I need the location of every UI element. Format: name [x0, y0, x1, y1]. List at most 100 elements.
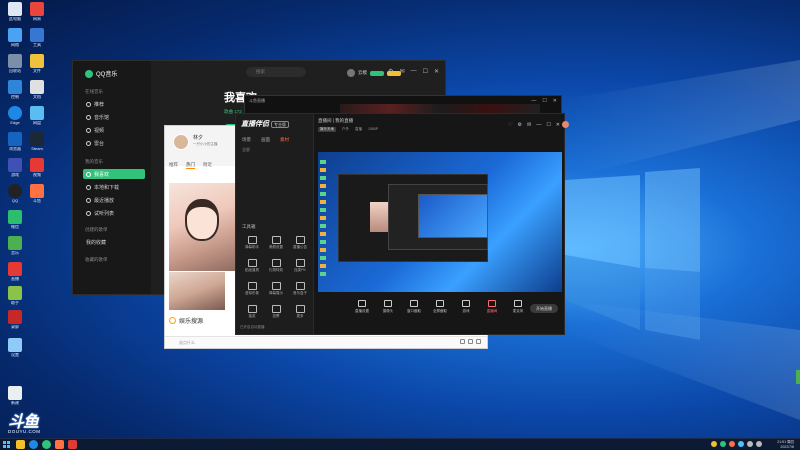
tool-item[interactable]: 音乐盒子	[288, 280, 312, 300]
desktop-icon[interactable]: 网易	[26, 2, 48, 21]
sidebar-item-video[interactable]: 视频	[83, 125, 145, 135]
tray-icon[interactable]	[720, 441, 726, 447]
tab-scene[interactable]: 场景	[242, 137, 251, 143]
room-tag[interactable]: 娱乐天地	[318, 127, 336, 132]
desktop-icon[interactable]: 回收站	[4, 54, 26, 73]
share-icon[interactable]	[476, 339, 481, 344]
desktop-icon[interactable]: 助手	[4, 286, 26, 305]
scene-item[interactable]: 全屏	[242, 147, 250, 153]
room-tag[interactable]: 户外	[342, 127, 349, 132]
desktop-icon[interactable]: 设置	[4, 338, 26, 357]
settings-icon[interactable]: ⚙	[388, 68, 393, 75]
tool-item[interactable]: 更多	[288, 303, 312, 323]
tray-icon[interactable]	[738, 441, 744, 447]
room-tag[interactable]: 直播	[355, 127, 362, 132]
version-badge[interactable]: 专业版	[271, 121, 289, 128]
tool-item[interactable]: 弹幕助手	[240, 234, 264, 254]
emoji-icon[interactable]	[460, 339, 465, 344]
favorite-icon[interactable]: ♡	[508, 122, 512, 128]
desktop-icon[interactable]: Steam	[26, 132, 48, 151]
minimize-button[interactable]: —	[536, 122, 541, 128]
tool-item[interactable]: 直播公告	[288, 234, 312, 254]
gift-icon[interactable]	[468, 339, 473, 344]
sidebar-item-local[interactable]: 本地和下载	[83, 182, 145, 192]
microphone-button[interactable]: 麦克风	[510, 300, 526, 314]
desktop-icon[interactable]: 直播	[4, 262, 26, 281]
desktop-icon[interactable]: 音乐	[4, 236, 26, 255]
start-button[interactable]	[3, 441, 10, 448]
close-button[interactable]: ✕	[553, 98, 557, 104]
explorer-icon[interactable]	[16, 440, 25, 449]
tool-item[interactable]: 礼物特效	[264, 257, 288, 277]
douyu-icon[interactable]	[55, 440, 64, 449]
minimize-button[interactable]: —	[411, 68, 417, 75]
desktop-icon[interactable]: 网盘	[26, 106, 48, 125]
entertainment-section[interactable]: 娱乐搜源	[169, 316, 203, 325]
desktop-icon[interactable]: 文档	[26, 80, 48, 99]
taskbar-clock[interactable]: 21:51 周四 2022/7/8	[777, 440, 794, 449]
tool-item[interactable]: 贴纸道具	[240, 257, 264, 277]
settings-icon[interactable]: ⚙	[518, 122, 522, 128]
sidebar-item-trial[interactable]: 试听列表	[83, 208, 145, 218]
browser-icon[interactable]	[29, 440, 38, 449]
tool-item[interactable]: 投票	[264, 303, 288, 323]
stream-thumbnail[interactable]	[169, 183, 237, 271]
avatar[interactable]	[562, 121, 569, 128]
mail-icon[interactable]: ✉	[527, 122, 531, 128]
stream-preview[interactable]	[318, 152, 562, 292]
sidebar-item-collection[interactable]: 我的收藏	[83, 237, 145, 247]
douyu-companion-window[interactable]: 直播伴侣 专业版 场景 画面 素材 全屏 工具箱 弹幕助手 美颜设置 直播公告 贴…	[235, 113, 569, 335]
live-settings-button[interactable]: 直播设置	[354, 300, 370, 314]
tab-material[interactable]: 素材	[280, 137, 289, 143]
desktop-icon[interactable]: 工具	[26, 28, 48, 47]
tab-recommend[interactable]: 推荐	[169, 162, 178, 169]
desktop-icon[interactable]: 录屏	[4, 310, 26, 329]
game-button[interactable]: 游戏	[458, 300, 474, 314]
chat-input[interactable]: 说点什么	[179, 340, 195, 346]
desktop-icon[interactable]: 文件	[26, 54, 48, 73]
camera-button[interactable]: 摄像头	[380, 300, 396, 314]
avatar[interactable]	[347, 69, 355, 77]
network-icon[interactable]	[756, 441, 762, 447]
minimize-button[interactable]: —	[531, 98, 536, 104]
tray-icon[interactable]	[711, 441, 717, 447]
close-button[interactable]: ✕	[434, 68, 439, 75]
maximize-button[interactable]: ☐	[423, 68, 428, 75]
start-live-button[interactable]: 开始直播	[530, 304, 558, 313]
fullscreen-capture-button[interactable]: 全屏截取	[432, 300, 448, 314]
tool-item[interactable]: 弹幕展示	[264, 280, 288, 300]
desktop-icon[interactable]: 游戏	[4, 158, 26, 177]
room-tag[interactable]: 1080P	[368, 127, 378, 132]
tab-nearby[interactable]: 附近	[203, 162, 212, 169]
qqmusic-icon[interactable]	[42, 440, 51, 449]
close-button[interactable]: ✕	[556, 122, 560, 128]
desktop-icon[interactable]: 此电脑	[4, 2, 26, 21]
stream-thumbnail[interactable]	[169, 272, 225, 310]
sidebar-item-radio[interactable]: 雷台	[83, 138, 145, 148]
live-room-button[interactable]: 直播间	[484, 300, 500, 314]
window-capture-button[interactable]: 窗口截取	[406, 300, 422, 314]
tool-item[interactable]: 连麦PK	[288, 257, 312, 277]
desktop-icon[interactable]: 浏览器	[4, 132, 26, 151]
tool-item[interactable]: 抽奖	[240, 303, 264, 323]
desktop-icon[interactable]: 斗鱼	[26, 184, 48, 203]
maximize-button[interactable]: ☐	[542, 98, 546, 104]
desktop-icon[interactable]: 视频	[26, 158, 48, 177]
sidebar-item-recent[interactable]: 最近播放	[83, 195, 145, 205]
tab-hot[interactable]: 热门	[186, 162, 195, 169]
sidebar-item-library[interactable]: 音乐馆	[83, 112, 145, 122]
room-title[interactable]: 直播间 | 我的直播	[318, 118, 353, 124]
desktop-icon[interactable]: 微信	[4, 210, 26, 229]
media-icon[interactable]	[68, 440, 77, 449]
desktop-icon[interactable]: QQ	[4, 184, 26, 203]
tool-item[interactable]: 虚拟形象	[240, 280, 264, 300]
qqmusic-search-input[interactable]: 搜索	[246, 67, 306, 77]
browser-window[interactable]: 斗鱼直播 — ☐ ✕	[244, 95, 562, 115]
mail-icon[interactable]: ✉	[400, 68, 405, 75]
tab-screen[interactable]: 画面	[261, 137, 270, 143]
desktop-icon[interactable]: 网络	[4, 28, 26, 47]
sidebar-item-recommend[interactable]: 推荐	[83, 99, 145, 109]
tool-item[interactable]: 美颜设置	[264, 234, 288, 254]
volume-icon[interactable]	[747, 441, 753, 447]
desktop-icon[interactable]: 控制	[4, 80, 26, 99]
